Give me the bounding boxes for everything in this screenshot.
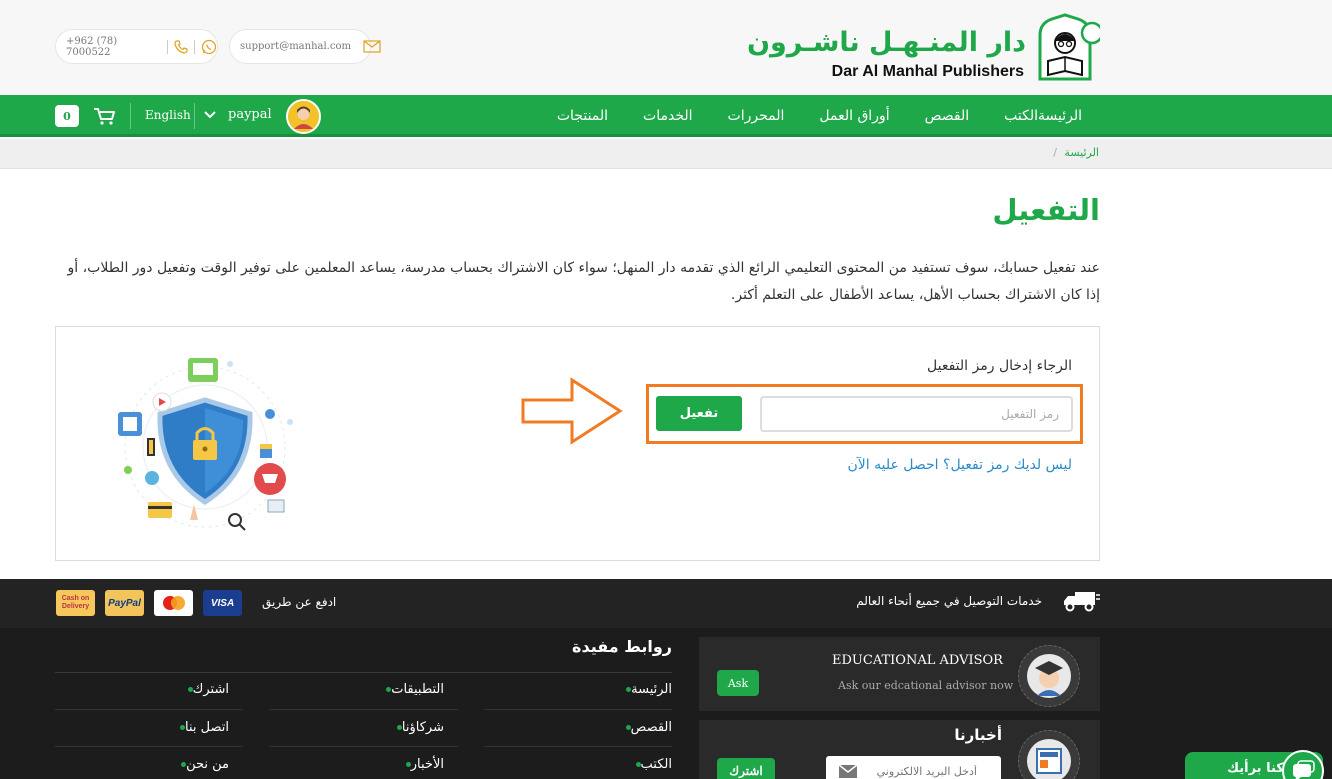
nav-item-books[interactable]: الكتب [1004, 108, 1038, 124]
get-activation-code-link[interactable]: ليس لديك رمز تفعيل؟ احصل عليه الآن [848, 457, 1073, 473]
mastercard-badge [154, 590, 193, 616]
mail-icon [363, 40, 381, 53]
nav-menu: الرئيسة الكتب القصص أوراق العمل المحررات… [522, 95, 1082, 137]
email-contact[interactable]: support@manhal.com [229, 29, 381, 64]
main-navigation: الرئيسة الكتب القصص أوراق العمل المحررات… [0, 95, 1332, 137]
divider [130, 103, 131, 129]
divider [194, 103, 195, 129]
site-logo[interactable]: دار المنـهـل ناشـرون Dar Al Manhal Publi… [747, 13, 1100, 83]
logo-mark-icon [1038, 13, 1100, 81]
visa-badge: VISA [203, 590, 242, 616]
divider [269, 746, 458, 747]
nav-item-home[interactable]: الرئيسة [1038, 108, 1082, 124]
breadcrumb-home[interactable]: الرئيسة [1064, 146, 1099, 159]
divider [55, 672, 672, 673]
activation-code-input[interactable] [760, 396, 1073, 432]
nav-item-stories[interactable]: القصص [925, 108, 970, 124]
user-avatar[interactable] [286, 99, 321, 134]
divider [55, 709, 243, 710]
mastercard-logo-icon [162, 596, 185, 610]
divider [484, 709, 672, 710]
cart-icon[interactable] [92, 104, 116, 126]
logo-arabic-text: دار المنـهـل ناشـرون [746, 27, 1026, 58]
activate-button[interactable]: تفعيل [656, 396, 742, 431]
security-shield-illustration [118, 358, 293, 531]
footer-link-news[interactable]: الأخبار [396, 757, 444, 772]
advisor-subtitle: Ask our edcational advisor now [838, 679, 1014, 692]
intro-text: عند تفعيل حسابك، سوف تستفيد من المحتوى ا… [67, 260, 1100, 303]
arrow-right-icon [521, 377, 623, 445]
phone-number: +962 (78) 7000522 [66, 35, 118, 58]
mail-icon [838, 764, 858, 778]
divider [194, 39, 196, 54]
phone-icon [174, 39, 188, 54]
footer-link-stories[interactable]: القصص [616, 720, 672, 735]
footer-link-books[interactable]: الكتب [626, 757, 672, 772]
breadcrumb-bar: الرئيسة / [0, 139, 1332, 169]
useful-links-title: روابط مفيدة [572, 637, 672, 656]
divider [269, 709, 458, 710]
footer-link-apps[interactable]: التطبيقات [376, 682, 444, 697]
subscribe-button[interactable]: اشترك [717, 758, 775, 779]
divider [55, 746, 243, 747]
logo-english-text: Dar Al Manhal Publishers [831, 63, 1024, 80]
divider [484, 746, 672, 747]
paypal-badge: PayPal [105, 590, 144, 616]
delivery-truck-icon [1064, 592, 1100, 612]
breadcrumb: الرئيسة / [1053, 146, 1099, 159]
nav-item-services[interactable]: الخدمات [643, 108, 693, 124]
phone-contact[interactable]: +962 (78) 7000522 [55, 29, 218, 64]
news-icon [1018, 730, 1080, 779]
advisor-icon [1018, 645, 1080, 707]
cash-on-delivery-badge: Cash on Delivery [56, 590, 95, 616]
footer-link-about[interactable]: من نحن [171, 757, 229, 772]
breadcrumb-separator: / [1053, 146, 1057, 159]
payment-strip [0, 579, 1332, 628]
ask-advisor-button[interactable]: Ask [717, 670, 759, 696]
divider [167, 39, 169, 54]
page-title: التفعيل [992, 193, 1100, 227]
language-switch[interactable]: English [145, 108, 191, 122]
advisor-title: EDUCATIONAL ADVISOR [832, 653, 1003, 668]
delivery-text: خدمات التوصيل في جميع أنحاء العالم [856, 594, 1042, 608]
email-address: support@manhal.com [240, 41, 351, 52]
cart-count-badge[interactable]: 0 [55, 105, 79, 127]
newsletter-title: أخبارنا [954, 726, 1002, 744]
nav-item-worksheets[interactable]: أوراق العمل [819, 108, 889, 124]
footer-link-subscribe[interactable]: اشترك [178, 682, 229, 697]
chat-icon[interactable] [1282, 750, 1324, 779]
whatsapp-icon [201, 39, 217, 55]
footer-link-home[interactable]: الرئيسة [616, 682, 672, 697]
activation-code-prompt: الرجاء إدخال رمز التفعيل [927, 358, 1072, 374]
pay-with-label: ادفع عن طريق [262, 595, 337, 609]
footer-link-contact[interactable]: اتصل بنا [170, 720, 229, 735]
chevron-down-icon[interactable] [203, 108, 217, 122]
nav-item-products[interactable]: المنتجات [557, 108, 608, 124]
nav-item-editors[interactable]: المحررات [728, 108, 785, 124]
footer-link-partners[interactable]: شركاؤنا [387, 720, 444, 735]
payment-dropdown[interactable]: paypal [228, 107, 272, 122]
